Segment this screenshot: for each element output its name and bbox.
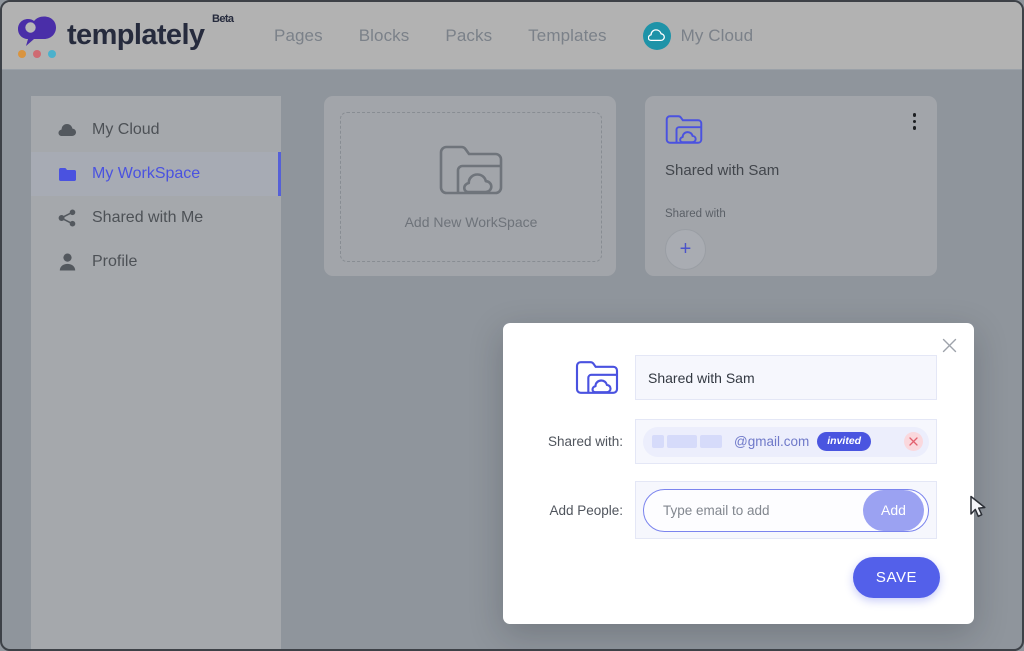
save-button[interactable]: SAVE	[853, 557, 940, 598]
sidebar-item-label: Profile	[92, 253, 138, 270]
add-workspace-dropzone[interactable]: Add New WorkSpace	[340, 112, 602, 262]
add-person-button[interactable]: +	[665, 229, 706, 270]
cloud-icon	[58, 121, 77, 140]
workspace-card-shared-with-sam[interactable]: Shared with Sam Shared with +	[645, 96, 937, 276]
workspace-name-input[interactable]: Shared with Sam	[635, 355, 937, 400]
shared-with-row: Shared with: @gmail.com invited	[503, 419, 974, 464]
sidebar-item-label: Shared with Me	[92, 209, 204, 226]
add-people-field-shell: Add	[635, 481, 986, 539]
main-navigation: Pages Blocks Packs Templates My Cloud	[274, 21, 754, 50]
share-icon	[58, 209, 77, 228]
nav-item-blocks[interactable]: Blocks	[359, 26, 410, 46]
workspace-card-shared-label: Shared with	[665, 208, 726, 220]
shared-with-list: @gmail.com invited	[635, 419, 937, 464]
nav-item-my-cloud-label: My Cloud	[680, 25, 754, 45]
logo-dot-teal	[48, 49, 56, 58]
shared-user-email-domain: @gmail.com	[734, 434, 810, 449]
add-people-label: Add People:	[549, 502, 623, 518]
brand-logo[interactable]: templately Beta	[16, 13, 234, 59]
cloud-icon	[642, 21, 671, 50]
brand-wordmark: templately Beta	[67, 13, 234, 57]
nav-item-templates[interactable]: Templates	[528, 26, 606, 46]
sidebar-item-label: My Cloud	[92, 121, 160, 138]
add-workspace-label: Add New WorkSpace	[404, 214, 538, 230]
folder-cloud-icon	[665, 115, 703, 149]
redaction-block	[667, 435, 697, 448]
kebab-menu-icon[interactable]	[910, 110, 920, 133]
sidebar-item-label: My WorkSpace	[92, 165, 201, 182]
workspace-name-row: Shared with Sam	[503, 323, 974, 400]
top-header: templately Beta Pages Blocks Packs Templ…	[2, 2, 1022, 70]
folder-cloud-icon	[438, 144, 504, 201]
add-people-row: Add People: Add	[503, 481, 986, 539]
redaction-block	[700, 435, 722, 448]
sidebar-item-profile[interactable]: Profile	[31, 240, 281, 284]
brand-beta-badge: Beta	[212, 12, 234, 25]
logo-dot-red	[33, 49, 41, 58]
redaction-block	[652, 435, 664, 448]
status-badge: invited	[817, 431, 872, 452]
sidebar-item-shared-with-me[interactable]: Shared with Me	[31, 196, 281, 240]
brand-name: templately	[67, 18, 205, 51]
nav-item-pages[interactable]: Pages	[274, 26, 323, 46]
add-people-input-wrapper[interactable]: Add	[643, 488, 929, 532]
close-icon[interactable]	[938, 334, 960, 356]
add-button[interactable]: Add	[863, 489, 924, 531]
folder-cloud-icon	[503, 360, 635, 395]
shared-user-chip: @gmail.com invited	[643, 426, 929, 457]
person-icon	[58, 253, 77, 272]
logo-dot-orange	[18, 49, 26, 58]
add-people-input[interactable]	[661, 501, 863, 519]
shared-with-label: Shared with:	[547, 434, 623, 449]
modal-footer: SAVE	[503, 557, 974, 598]
nav-item-packs[interactable]: Packs	[445, 26, 492, 46]
plus-icon: +	[679, 237, 692, 260]
nav-item-my-cloud[interactable]: My Cloud	[642, 21, 754, 50]
sidebar-item-my-workspace[interactable]: My WorkSpace	[31, 152, 281, 196]
redacted-email-name	[652, 435, 722, 448]
logo-dots	[18, 49, 56, 58]
kebab-dot	[912, 113, 916, 117]
share-workspace-modal: Shared with Sam Shared with: @gmail.com …	[503, 323, 986, 624]
workspace-card-title: Shared with Sam	[665, 162, 780, 179]
app-window: templately Beta Pages Blocks Packs Templ…	[0, 0, 1024, 651]
sidebar-item-my-cloud[interactable]: My Cloud	[31, 108, 281, 152]
sidebar: My Cloud My WorkSpace Shared with Me Pro…	[31, 96, 281, 649]
templately-logo-icon	[16, 15, 58, 59]
folder-icon	[58, 165, 77, 184]
logo-cloud-shape	[18, 16, 56, 46]
kebab-dot	[912, 126, 916, 130]
remove-icon[interactable]	[904, 432, 923, 451]
kebab-dot	[912, 119, 916, 123]
add-workspace-card[interactable]: Add New WorkSpace	[324, 96, 616, 276]
